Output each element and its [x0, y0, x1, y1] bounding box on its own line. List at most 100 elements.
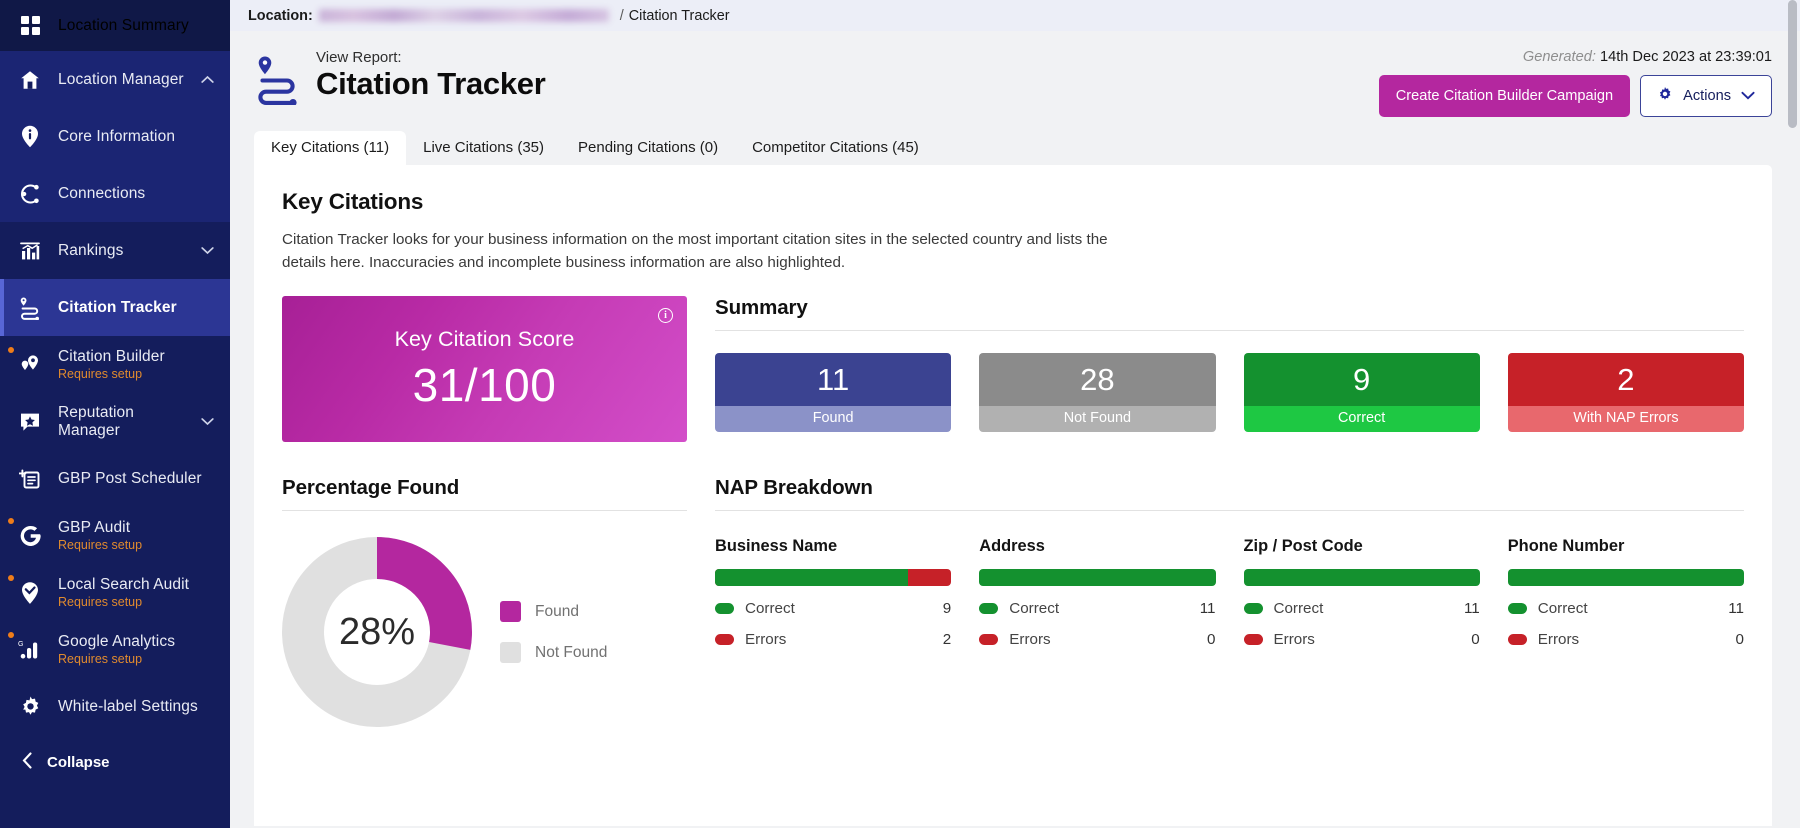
- correct-label: Correct: [1009, 600, 1060, 618]
- tab-pending-citations[interactable]: Pending Citations (0): [561, 131, 735, 165]
- app-root: Location Summary Location Manager Core I…: [0, 0, 1800, 828]
- stat-card-found: 11 Found: [715, 353, 952, 433]
- home-icon: [18, 69, 42, 91]
- stat-label: Found: [715, 406, 952, 433]
- nap-column-zip-post-code: Zip / Post Code Correct 11 Errors 0: [1243, 537, 1480, 649]
- sidebar-item-label: Google Analytics: [58, 632, 176, 650]
- nap-column-title: Phone Number: [1507, 537, 1625, 556]
- errors-pill: [715, 634, 734, 646]
- score-card-value: 31/100: [412, 358, 557, 411]
- nap-bar: [1507, 569, 1744, 587]
- key-citation-score-card: i Key Citation Score 31/100: [282, 296, 687, 443]
- correct-pill: [1507, 603, 1527, 615]
- chevron-up-icon[interactable]: [201, 73, 214, 87]
- breadcrumb-location-redacted: [318, 9, 609, 22]
- nap-errors-row: Errors 0: [979, 631, 1216, 649]
- page-header-kicker: View Report:: [316, 49, 402, 66]
- sidebar-item-reputation-manager[interactable]: Reputation Manager: [0, 393, 230, 450]
- stat-label: With NAP Errors: [1507, 406, 1744, 433]
- errors-pill: [979, 634, 999, 646]
- correct-label: Correct: [1537, 600, 1588, 618]
- errors-label: Errors: [1009, 631, 1051, 649]
- grid-icon: [18, 15, 42, 36]
- main-area: Location: / Citation Tracker View Report…: [230, 0, 1800, 828]
- nap-column-title: Business Name: [715, 537, 838, 556]
- errors-value: 0: [1207, 631, 1216, 649]
- sidebar-item-local-search-audit[interactable]: Local Search Audit Requires setup: [0, 564, 230, 621]
- percentage-found-heading: Percentage Found: [282, 476, 687, 512]
- sidebar-item-label: Connections: [58, 184, 146, 202]
- sidebar-item-label: GBP Post Scheduler: [58, 469, 202, 487]
- sidebar-item-gbp-audit[interactable]: GBP Audit Requires setup: [0, 507, 230, 564]
- sidebar-item-label: Reputation Manager: [58, 403, 134, 439]
- sidebar-item-sublabel: Requires setup: [58, 651, 143, 666]
- scrollbar-thumb[interactable]: [1788, 0, 1797, 128]
- sidebar-item-core-information[interactable]: Core Information: [0, 108, 230, 165]
- nap-errors-row: Errors 0: [1243, 631, 1480, 649]
- errors-value: 2: [942, 631, 952, 649]
- sidebar-item-location-manager[interactable]: Location Manager: [0, 51, 230, 108]
- sidebar-item-white-label-settings[interactable]: White-label Settings: [0, 678, 230, 735]
- legend-swatch: [500, 642, 521, 664]
- stat-value: 28: [979, 353, 1216, 407]
- sidebar-item-google-analytics[interactable]: G Google Analytics Requires setup: [0, 621, 230, 678]
- sidebar-item-citation-builder[interactable]: Citation Builder Requires setup: [0, 336, 230, 393]
- nap-column-phone-number: Phone Number Correct 11 Errors 0: [1507, 537, 1744, 648]
- correct-value: 9: [942, 600, 952, 618]
- chevron-down-icon[interactable]: [201, 244, 214, 258]
- correct-label: Correct: [745, 600, 795, 618]
- sidebar-item-location-summary[interactable]: Location Summary: [0, 0, 230, 51]
- correct-pill: [715, 603, 734, 615]
- sidebar-item-label: GBP Audit: [58, 518, 131, 536]
- sidebar-item-gbp-post-scheduler[interactable]: GBP Post Scheduler: [0, 450, 230, 507]
- notification-dot: [8, 575, 14, 581]
- nap-bar: [715, 569, 952, 587]
- stat-card-correct: 9 Correct: [1243, 353, 1480, 433]
- legend-item-not-found: Not Found: [500, 642, 608, 664]
- errors-value: 0: [1471, 631, 1480, 649]
- summary-heading: Summary: [715, 296, 1744, 332]
- nap-correct-row: Correct 9: [715, 600, 951, 617]
- legend-label: Not Found: [535, 643, 608, 661]
- sidebar-item-label: White-label Settings: [58, 697, 198, 715]
- post-add-icon: [18, 468, 42, 490]
- chevron-down-icon[interactable]: [201, 415, 214, 429]
- nap-column-title: Address: [979, 537, 1045, 556]
- errors-label: Errors: [745, 631, 787, 649]
- nap-columns: Business Name Correct 9 Errors 2 Address…: [715, 537, 1744, 648]
- actions-button[interactable]: Actions: [1640, 75, 1772, 117]
- generated-timestamp: Generated: 14th Dec 2023 at 23:39:01: [1379, 49, 1772, 65]
- nap-correct-row: Correct 11: [979, 600, 1216, 618]
- errors-pill: [1507, 634, 1527, 646]
- nap-correct-row: Correct 11: [1507, 600, 1744, 618]
- sidebar-item-sublabel: Requires setup: [58, 594, 143, 609]
- tab-competitor-citations[interactable]: Competitor Citations (45): [735, 131, 936, 165]
- tab-key-citations[interactable]: Key Citations (11): [254, 131, 407, 165]
- info-icon[interactable]: i: [658, 308, 673, 324]
- correct-label: Correct: [1273, 600, 1324, 618]
- charts-row: Percentage Found 28% Found Not Found NAP…: [282, 476, 1744, 728]
- sidebar-item-citation-tracker[interactable]: Citation Tracker: [0, 279, 230, 336]
- summary-stats: 11 Found 28 Not Found 9 Correct 2 With N…: [715, 353, 1744, 433]
- star-speech-icon: [18, 411, 42, 433]
- nap-column-title: Zip / Post Code: [1243, 537, 1363, 556]
- tab-live-citations[interactable]: Live Citations (35): [406, 131, 561, 165]
- create-citation-builder-campaign-button[interactable]: Create Citation Builder Campaign: [1378, 75, 1631, 117]
- page-scrollbar[interactable]: [1788, 0, 1797, 828]
- citation-route-icon: [254, 55, 300, 110]
- sidebar-item-rankings[interactable]: Rankings: [0, 222, 230, 279]
- gear-icon: [18, 695, 42, 718]
- percentage-found-donut: 28%: [282, 537, 472, 728]
- svg-text:G: G: [18, 641, 23, 648]
- sidebar-item-connections[interactable]: Connections: [0, 165, 230, 222]
- sidebar-item-label: Local Search Audit: [58, 575, 190, 593]
- donut-center-label: 28%: [338, 610, 416, 653]
- sidebar-item-label: Rankings: [58, 241, 124, 259]
- pin-check-icon: [18, 581, 42, 605]
- stat-card-with-nap-errors: 2 With NAP Errors: [1507, 353, 1744, 433]
- nap-column-address: Address Correct 11 Errors 0: [979, 537, 1216, 649]
- page-title: Citation Tracker: [316, 66, 546, 101]
- nap-errors-row: Errors 0: [1507, 631, 1744, 648]
- actions-label: Actions: [1683, 88, 1731, 104]
- sidebar-collapse-button[interactable]: Collapse: [0, 735, 230, 790]
